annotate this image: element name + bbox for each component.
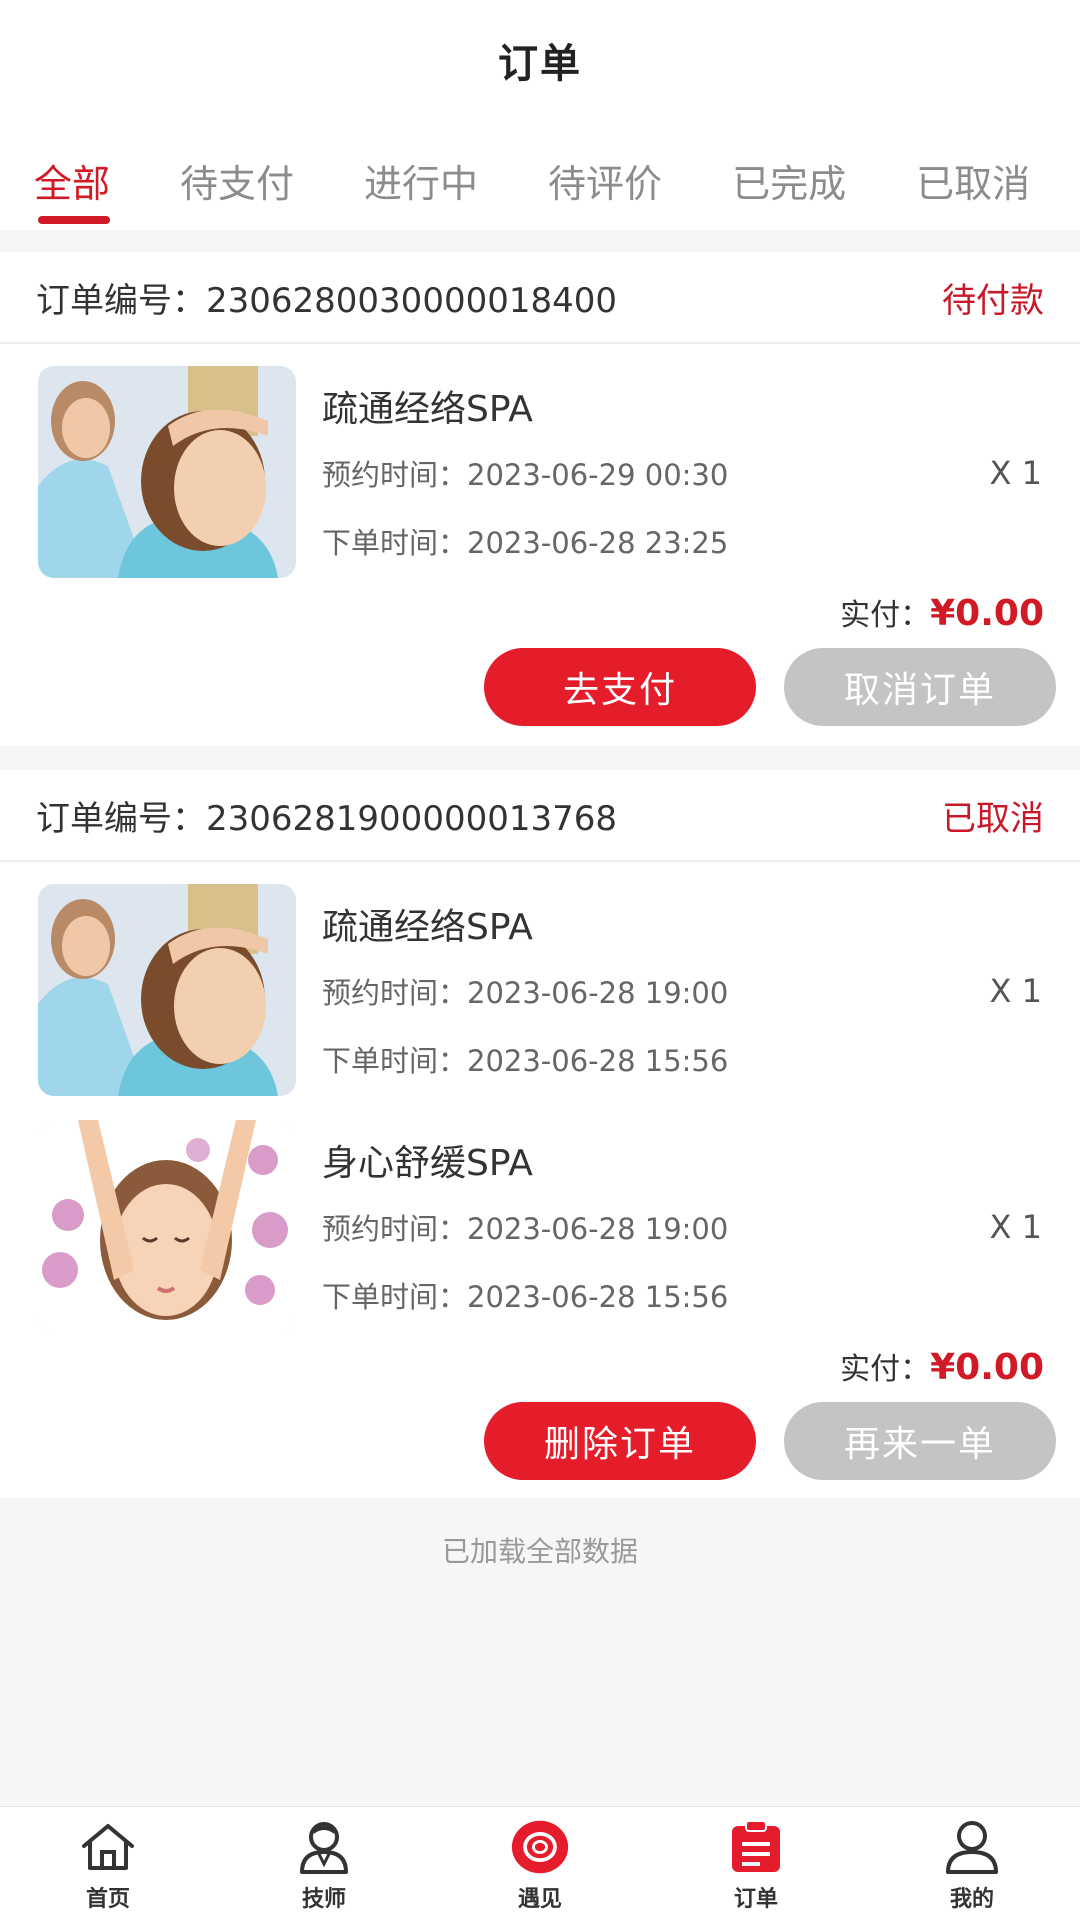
paid-label: 实付：: [840, 598, 931, 633]
tab-pending-review[interactable]: 待评价: [548, 120, 662, 208]
page-title: 订单: [498, 41, 582, 87]
order-item[interactable]: 疏通经络SPA 预约时间：2023-06-29 00:30 下单时间：2023-…: [0, 344, 1080, 580]
order-time: 下单时间：2023-06-28 23:25: [322, 526, 729, 560]
tab-pending-payment[interactable]: 待支付: [180, 120, 294, 208]
nav-label: 首页: [85, 1887, 130, 1912]
item-quantity: X 1: [989, 1208, 1042, 1246]
paid-label: 实付：: [840, 1352, 931, 1387]
meet-icon: [510, 1817, 570, 1877]
item-name: 疏通经络SPA: [322, 907, 533, 948]
tab-all[interactable]: 全部: [34, 120, 111, 224]
delete-order-button[interactable]: 删除订单: [484, 1402, 756, 1480]
nav-label: 我的: [949, 1887, 994, 1912]
nav-orders[interactable]: 订单: [648, 1807, 864, 1920]
top-bar: 订单: [0, 0, 1080, 120]
order-card[interactable]: 订单编号：2306281900000013768 已取消 疏通经络SPA 预约时…: [0, 770, 1080, 1498]
nav-label: 技师: [301, 1887, 346, 1912]
button-label: 再来一单: [843, 1424, 996, 1465]
active-tab-indicator: [38, 216, 110, 224]
tab-label: 待评价: [548, 162, 663, 206]
order-time: 下单时间：2023-06-28 15:56: [322, 1044, 729, 1078]
order-status: 已取消: [942, 798, 1044, 839]
booking-time: 预约时间：2023-06-28 19:00: [322, 976, 729, 1010]
order-header: 订单编号：2306281900000013768 已取消: [0, 770, 1080, 862]
item-name: 身心舒缓SPA: [322, 1143, 533, 1184]
nav-technician[interactable]: 技师: [216, 1807, 432, 1920]
status-tabs: 全部 待支付 进行中 待评价 已完成 已取消: [0, 120, 1080, 230]
massage-photo: [38, 884, 296, 1096]
tab-label: 待支付: [180, 162, 295, 206]
technician-icon: [294, 1817, 354, 1877]
paid-amount-row: 实付：¥0.00: [840, 590, 1044, 634]
orders-icon: [726, 1817, 786, 1877]
massage-photo: [38, 366, 296, 578]
order-item[interactable]: 疏通经络SPA 预约时间：2023-06-28 19:00 下单时间：2023-…: [0, 862, 1080, 1098]
profile-icon: [942, 1817, 1002, 1877]
home-icon: [78, 1817, 138, 1877]
orders-page: 订单 全部 待支付 进行中 待评价 已完成 已取消 订单编号：230628003…: [0, 0, 1080, 1920]
tab-cancelled[interactable]: 已取消: [916, 120, 1030, 208]
nav-home[interactable]: 首页: [0, 1807, 216, 1920]
order-header: 订单编号：2306280030000018400 待付款: [0, 252, 1080, 344]
item-name: 疏通经络SPA: [322, 389, 533, 430]
order-number: 订单编号：2306281900000013768: [36, 798, 618, 839]
nav-profile[interactable]: 我的: [864, 1807, 1080, 1920]
booking-time: 预约时间：2023-06-29 00:30: [322, 458, 729, 492]
all-loaded-note: 已加载全部数据: [441, 1535, 638, 1568]
paid-amount-row: 实付：¥0.00: [840, 1344, 1044, 1388]
tab-completed[interactable]: 已完成: [732, 120, 846, 208]
button-label: 取消订单: [843, 670, 996, 711]
face-massage-illustration: [38, 1120, 296, 1332]
tab-label: 全部: [34, 162, 111, 206]
reorder-button[interactable]: 再来一单: [784, 1402, 1056, 1480]
button-label: 删除订单: [543, 1424, 696, 1465]
item-quantity: X 1: [989, 972, 1042, 1010]
nav-label: 遇见: [517, 1887, 562, 1912]
nav-meet[interactable]: 遇见: [432, 1807, 648, 1920]
order-time: 下单时间：2023-06-28 15:56: [322, 1280, 729, 1314]
pay-button[interactable]: 去支付: [484, 648, 756, 726]
order-item[interactable]: 身心舒缓SPA 预约时间：2023-06-28 19:00 下单时间：2023-…: [0, 1098, 1080, 1334]
order-status: 待付款: [942, 280, 1044, 321]
tab-label: 已完成: [732, 162, 847, 206]
paid-amount: ¥0.00: [930, 1347, 1044, 1388]
order-card[interactable]: 订单编号：2306280030000018400 待付款 疏通经络SPA 预约时…: [0, 252, 1080, 746]
nav-label: 订单: [733, 1887, 778, 1912]
tab-label: 已取消: [916, 162, 1031, 206]
order-number: 订单编号：2306280030000018400: [36, 280, 618, 321]
cancel-order-button[interactable]: 取消订单: [784, 648, 1056, 726]
tab-in-progress[interactable]: 进行中: [364, 120, 478, 208]
paid-amount: ¥0.00: [930, 593, 1044, 634]
item-quantity: X 1: [989, 454, 1042, 492]
booking-time: 预约时间：2023-06-28 19:00: [322, 1212, 729, 1246]
tab-label: 进行中: [364, 162, 479, 206]
button-label: 去支付: [562, 670, 677, 711]
bottom-nav: 首页 技师 遇见 订单 我的: [0, 1806, 1080, 1920]
